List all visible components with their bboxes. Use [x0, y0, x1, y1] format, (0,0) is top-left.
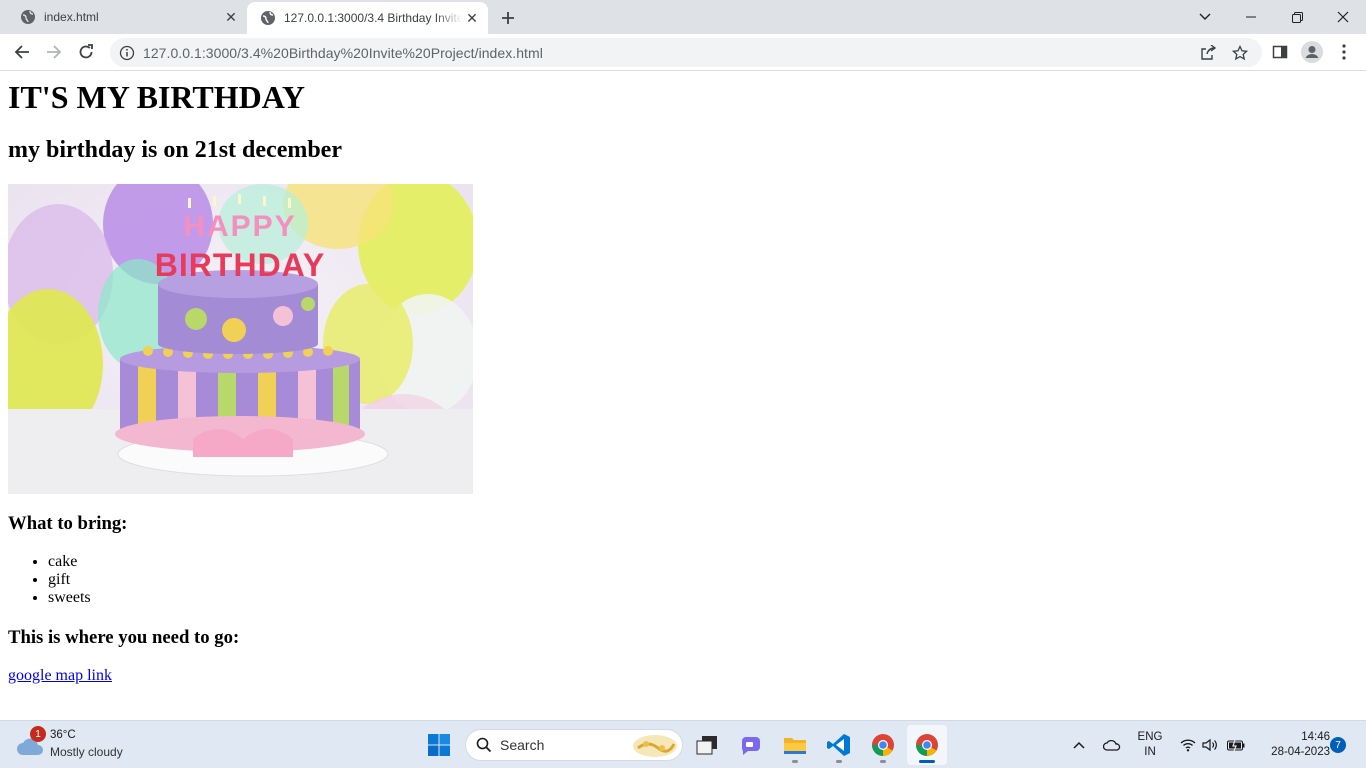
page-title: IT'S MY BIRTHDAY [8, 79, 306, 115]
weather-widget[interactable]: 1 36°C Mostly cloudy [14, 726, 164, 763]
profile-button[interactable] [1298, 38, 1326, 66]
speaker-icon [1202, 738, 1217, 752]
back-arrow-icon [14, 45, 29, 59]
minimize-icon [1246, 16, 1256, 18]
wifi-button[interactable] [1178, 721, 1198, 769]
plus-icon [502, 12, 514, 24]
search-highlight-icon [633, 735, 677, 757]
google-map-link[interactable]: google map link [8, 667, 112, 685]
volume-button[interactable] [1200, 721, 1220, 769]
chrome-active-button[interactable] [907, 725, 947, 765]
browser-tabstrip: index.html ✕ 127.0.0.1:3000/3.4 Birthday… [0, 0, 1366, 34]
cake-text-birthday: BIRTHDAY [155, 247, 325, 283]
system-clock[interactable]: 14:46 28-04-2023 [1254, 730, 1330, 760]
side-panel-icon [1272, 45, 1288, 59]
file-explorer-button[interactable] [775, 725, 815, 765]
list-item: gift [48, 571, 91, 589]
task-view-button[interactable] [687, 725, 727, 765]
birthday-date-heading: my birthday is on 21st december [8, 137, 342, 163]
side-panel-button[interactable] [1266, 38, 1294, 66]
vscode-icon [827, 734, 850, 756]
running-indicator [836, 760, 842, 763]
list-item: cake [48, 553, 91, 571]
info-icon[interactable] [119, 45, 135, 61]
close-window-button[interactable] [1320, 0, 1366, 34]
minimize-button[interactable] [1228, 0, 1274, 34]
search-label: Search [500, 737, 545, 753]
back-button[interactable] [8, 38, 36, 66]
list-item: sweets [48, 589, 91, 607]
close-icon [1337, 11, 1349, 23]
cake-text-happy: HAPPY [183, 210, 296, 243]
forward-button[interactable] [40, 38, 68, 66]
tab-title: 127.0.0.1:3000/3.4 Birthday Invite Proje… [284, 11, 462, 25]
address-bar[interactable]: 127.0.0.1:3000/3.4%20Birthday%20Invite%2… [110, 38, 1262, 67]
clock-date: 28-04-2023 [1271, 746, 1330, 758]
tab-close-icon[interactable]: ✕ [221, 7, 241, 27]
bring-list: cake gift sweets [48, 553, 91, 607]
tab-search-button[interactable] [1182, 0, 1228, 34]
profile-icon [1301, 41, 1323, 63]
tab-title: index.html [44, 10, 99, 24]
reload-icon [79, 44, 93, 59]
battery-icon [1227, 739, 1245, 751]
browser-toolbar: 127.0.0.1:3000/3.4%20Birthday%20Invite%2… [0, 34, 1366, 71]
url-text[interactable]: 127.0.0.1:3000/3.4%20Birthday%20Invite%2… [143, 45, 543, 61]
running-indicator [792, 760, 798, 763]
language-code: ENG [1137, 731, 1163, 743]
teams-chat-icon [741, 737, 760, 755]
battery-button[interactable] [1224, 721, 1248, 769]
language-indicator[interactable]: ENG IN [1136, 730, 1164, 760]
language-region: IN [1144, 746, 1156, 758]
reload-button[interactable] [72, 38, 100, 66]
weather-condition: Mostly cloudy [50, 745, 123, 759]
running-indicator [880, 760, 886, 763]
share-button[interactable] [1194, 38, 1222, 67]
onedrive-button[interactable] [1100, 721, 1124, 769]
weather-temp: 36°C [50, 729, 76, 741]
restore-icon [1291, 11, 1303, 23]
notification-badge[interactable]: 7 [1330, 737, 1346, 753]
globe-icon [261, 11, 275, 25]
search-icon [476, 737, 492, 753]
teams-chat-button[interactable] [731, 725, 771, 765]
tab-birthday-invite[interactable]: 127.0.0.1:3000/3.4 Birthday Invite Proje… [247, 2, 488, 34]
onedrive-cloud-icon [1103, 739, 1121, 751]
share-icon [1201, 44, 1216, 60]
globe-icon [21, 10, 35, 24]
tab-index-html[interactable]: index.html ✕ [0, 0, 247, 34]
tab-close-icon[interactable]: ✕ [462, 8, 482, 28]
star-icon [1232, 44, 1248, 60]
birthday-cake-image: HAPPY BIRTHDAY [8, 184, 473, 494]
new-tab-button[interactable] [496, 6, 520, 30]
task-view-icon [696, 736, 717, 755]
what-to-bring-heading: What to bring: [8, 513, 128, 534]
chevron-up-icon [1073, 741, 1085, 749]
folder-icon [784, 738, 806, 754]
chevron-down-icon [1199, 13, 1211, 20]
chrome-button[interactable] [863, 725, 903, 765]
chrome-icon [872, 734, 894, 756]
clock-time: 14:46 [1301, 731, 1330, 743]
wifi-icon [1180, 739, 1196, 752]
start-button[interactable] [419, 725, 459, 765]
bookmark-button[interactable] [1226, 38, 1254, 67]
more-vert-icon [1342, 44, 1346, 60]
weather-badge: 1 [30, 726, 46, 742]
windows-start-icon [428, 734, 450, 756]
vscode-button[interactable] [819, 725, 859, 765]
taskbar-search[interactable]: Search [465, 729, 683, 761]
location-heading: This is where you need to go: [8, 627, 240, 648]
cake-illustration: HAPPY BIRTHDAY [8, 184, 473, 494]
active-indicator [919, 760, 935, 763]
forward-arrow-icon [47, 45, 62, 59]
page-content: IT'S MY BIRTHDAY my birthday is on 21st … [0, 71, 1366, 720]
menu-button[interactable] [1330, 38, 1358, 66]
windows-taskbar: 1 36°C Mostly cloudy Search ENG IN 14:46… [0, 720, 1366, 768]
restore-button[interactable] [1274, 0, 1320, 34]
chrome-icon [916, 734, 938, 756]
show-hidden-icons-button[interactable] [1068, 721, 1090, 769]
